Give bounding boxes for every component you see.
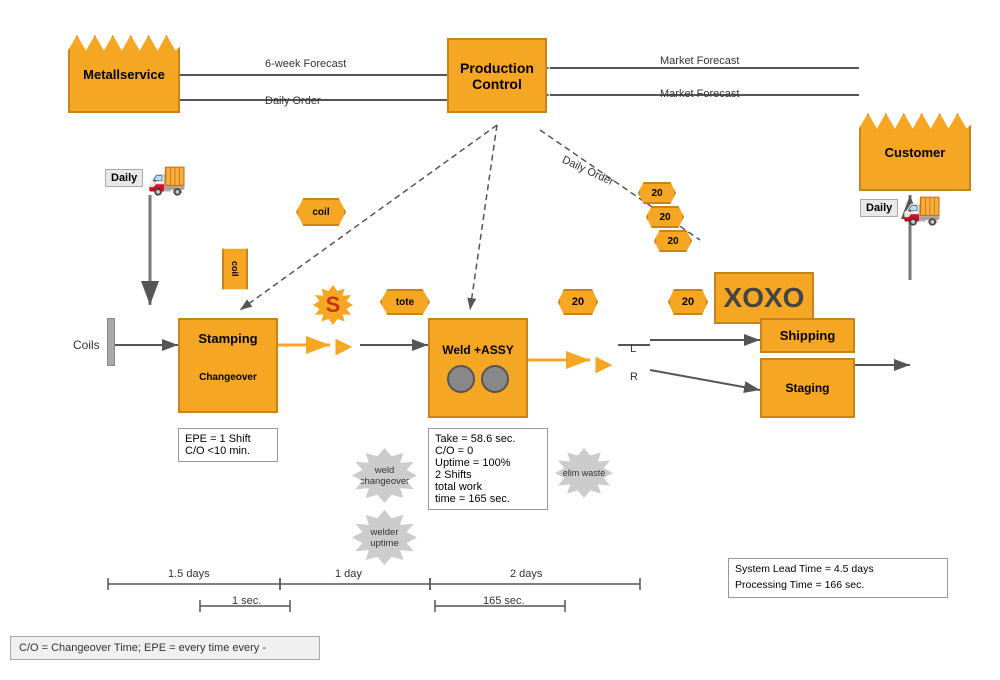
- coil-badge-top: coil: [296, 198, 346, 226]
- customer-label: Customer: [885, 145, 946, 160]
- production-control-label: Production Control: [449, 60, 545, 92]
- stamping-info: EPE = 1 Shift C/O <10 min.: [178, 428, 278, 462]
- metallservice-factory: Metallservice: [68, 35, 180, 113]
- weld-machine-icon: [443, 361, 513, 397]
- kaizen-welder-uptime: welder uptime: [352, 510, 417, 565]
- time-2-days: 2 days: [510, 568, 542, 580]
- kaizen-weld-changeover: weld changeover: [352, 448, 417, 503]
- stamping-process: Stamping Changeover: [178, 318, 278, 413]
- customer-factory: Customer: [859, 113, 971, 191]
- push-arrow-1: ►: [330, 330, 358, 362]
- proc-165-sec: 165 sec.: [483, 595, 525, 607]
- right-truck-area: Daily 🚚: [860, 185, 950, 230]
- xoxo-box: XOXO: [714, 272, 814, 324]
- staging-box: Staging: [760, 358, 855, 418]
- weld-label: Weld +ASSY: [430, 339, 526, 361]
- svg-text:R: R: [630, 371, 638, 383]
- changeover-burst: Changeover: [191, 350, 266, 405]
- badge-20-mid: 20: [558, 289, 598, 315]
- proc-1-sec: 1 sec.: [232, 595, 261, 607]
- shipping-label-box: Shipping: [760, 318, 855, 353]
- coil-stack: [107, 318, 115, 366]
- supermarket-symbol: S: [313, 285, 353, 325]
- market-forecast-bottom: Market Forecast: [660, 88, 739, 100]
- time-1-5-days: 1.5 days: [168, 568, 210, 580]
- right-truck-label: Daily: [860, 199, 898, 217]
- weld-info: Take = 58.6 sec. C/O = 0 Uptime = 100% 2…: [428, 428, 548, 510]
- stamping-label: Stamping: [180, 327, 276, 350]
- svg-text:L: L: [630, 343, 636, 355]
- production-control-box: Production Control: [447, 38, 547, 113]
- left-truck-area: Daily 🚚: [105, 155, 195, 200]
- tote-badge: tote: [380, 289, 430, 315]
- inventory-stacks: 20 20 20: [638, 182, 692, 252]
- kaizen-elim-waste: elim waste: [555, 448, 613, 498]
- coil-small-left: coil: [222, 240, 248, 298]
- coils-label: Coils: [73, 338, 100, 352]
- legend-box: C/O = Changeover Time; EPE = every time …: [10, 636, 320, 660]
- forecast-label-left: 6-week Forecast: [265, 58, 346, 70]
- badge-20-right: 20: [668, 289, 708, 315]
- weld-assy-process: Weld +ASSY: [428, 318, 528, 418]
- left-truck-icon: 🚚: [147, 159, 187, 197]
- push-arrow-2: ►: [590, 348, 618, 380]
- daily-order-label-left: Daily Order: [265, 95, 321, 107]
- time-1-day: 1 day: [335, 568, 362, 580]
- market-forecast-top: Market Forecast: [660, 55, 739, 67]
- left-truck-label: Daily: [105, 169, 143, 187]
- metallservice-label: Metallservice: [83, 67, 165, 82]
- system-lead-time-box: System Lead Time = 4.5 days Processing T…: [728, 558, 948, 598]
- right-truck-icon: 🚚: [902, 189, 942, 227]
- daily-order-label-right: Daily Order: [560, 154, 615, 188]
